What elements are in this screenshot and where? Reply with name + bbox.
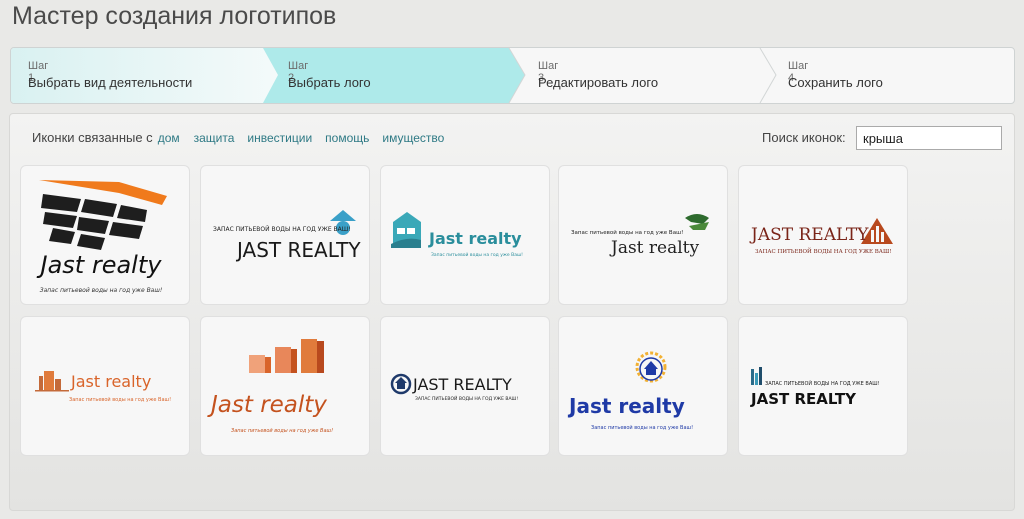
step-3-label: Редактировать лого — [538, 75, 659, 90]
logo-5-tagline: ЗАПАС ПИТЬЕВОЙ ВОДЫ НА ГОД УЖЕ ВАШ! — [755, 247, 891, 255]
logo-card-6[interactable]: Jast realty Запас питьевой воды на год у… — [20, 316, 190, 456]
page-title: Мастер создания логотипов — [12, 2, 337, 30]
logo-card-4[interactable]: Запас питьевой воды на год уже Ваш! Jast… — [558, 165, 728, 305]
logo-1-name: Jast realty — [37, 251, 163, 279]
filter-prefix: Иконки связанные с — [32, 130, 153, 145]
filter-tag-property[interactable]: имущество — [382, 131, 444, 145]
hand-house-icon: Jast realty Запас питьевой воды на год у… — [391, 212, 523, 258]
skyscrapers-icon: ЗАПАС ПИТЬЕВОЙ ВОДЫ НА ГОД УЖЕ ВАШ! JAST… — [750, 367, 880, 408]
wizard-steps: Шаг 1 Выбрать вид деятельности Шаг 2 Выб… — [10, 47, 1015, 104]
logo-card-5[interactable]: JAST REALTY ЗАПАС ПИТЬЕВОЙ ВОДЫ НА ГОД У… — [738, 165, 908, 305]
logo-card-7[interactable]: Jast realty Запас питьевой воды на год у… — [200, 316, 370, 456]
logo-3-tagline: Запас питьевой воды на год уже Ваш! — [431, 251, 523, 258]
logo-1-tagline: Запас питьевой воды на год уже Ваш! — [40, 287, 163, 294]
filter-tag-protection[interactable]: защита — [194, 131, 235, 145]
logo-7-name: Jast realty — [207, 392, 327, 418]
logo-4-tagline: Запас питьевой воды на год уже Ваш! — [571, 229, 683, 236]
logo-card-2[interactable]: ЗАПАС ПИТЬЕВОЙ ВОДЫ НА ГОД УЖЕ ВАШ! JAST… — [200, 165, 370, 305]
sun-house-icon: Jast realty Запас питьевой воды на год у… — [567, 351, 693, 431]
filter-tag-investments[interactable]: инвестиции — [247, 131, 312, 145]
step-2-label: Выбрать лого — [288, 75, 371, 90]
handshake-icon: Запас питьевой воды на год уже Ваш! Jast… — [571, 214, 709, 258]
logo-card-3[interactable]: Jast realty Запас питьевой воды на год у… — [380, 165, 550, 305]
buildings-icon: Jast realty Запас питьевой воды на год у… — [35, 371, 171, 403]
icon-filter: Иконки связанные с дом защита инвестиции пом… — [32, 130, 444, 145]
step-1-label: Выбрать вид деятельности — [28, 75, 193, 90]
logo-9-tagline: Запас питьевой воды на год уже Ваш! — [591, 424, 693, 431]
logo-card-9[interactable]: Jast realty Запас питьевой воды на год у… — [558, 316, 728, 456]
logo-2-name: JAST REALTY — [235, 238, 361, 262]
filter-tag-home[interactable]: дом — [158, 131, 180, 145]
roof-bricks-icon: Jast realty Запас питьевой воды на год у… — [37, 180, 167, 294]
logo-6-name: Jast realty — [70, 372, 151, 391]
house-triangle-icon: JAST REALTY ЗАПАС ПИТЬЕВОЙ ВОДЫ НА ГОД У… — [749, 218, 893, 255]
house-circle-icon: ЗАПАС ПИТЬЕВОЙ ВОДЫ НА ГОД УЖЕ ВАШ! JAST… — [213, 210, 361, 262]
logo-6-tagline: Запас питьевой воды на год уже Ваш! — [69, 396, 171, 403]
logo-10-tagline: ЗАПАС ПИТЬЕВОЙ ВОДЫ НА ГОД УЖЕ ВАШ! — [765, 380, 880, 387]
logo-card-10[interactable]: ЗАПАС ПИТЬЕВОЙ ВОДЫ НА ГОД УЖЕ ВАШ! JAST… — [738, 316, 908, 456]
logo-10-name: JAST REALTY — [750, 390, 857, 408]
logo-3-name: Jast realty — [428, 229, 522, 248]
house-shield-icon: JAST REALTY ЗАПАС ПИТЬЕВОЙ ВОДЫ НА ГОД У… — [390, 373, 518, 402]
logo-8-tagline: ЗАПАС ПИТЬЕВОЙ ВОДЫ НА ГОД УЖЕ ВАШ! — [415, 395, 518, 402]
icon-search-input[interactable] — [856, 126, 1002, 150]
logo-8-name: JAST REALTY — [412, 375, 512, 394]
cubes-icon: Jast realty Запас питьевой воды на год у… — [207, 339, 333, 434]
filter-tag-help[interactable]: помощь — [325, 131, 369, 145]
step-4-label: Сохранить лого — [788, 75, 883, 90]
logo-2-tagline: ЗАПАС ПИТЬЕВОЙ ВОДЫ НА ГОД УЖЕ ВАШ! — [213, 226, 351, 233]
logo-9-name: Jast realty — [567, 394, 685, 418]
search-label: Поиск иконок: — [762, 130, 846, 145]
logo-4-name: Jast realty — [609, 238, 700, 258]
logo-card-1[interactable]: Jast realty Запас питьевой воды на год у… — [20, 165, 190, 305]
logo-card-8[interactable]: JAST REALTY ЗАПАС ПИТЬЕВОЙ ВОДЫ НА ГОД У… — [380, 316, 550, 456]
logo-7-tagline: Запас питьевой воды на год уже Ваш! — [231, 428, 333, 434]
logo-5-name: JAST REALTY — [749, 225, 869, 245]
logo-panel: Иконки связанные с дом защита инвестиции пом… — [9, 113, 1015, 511]
